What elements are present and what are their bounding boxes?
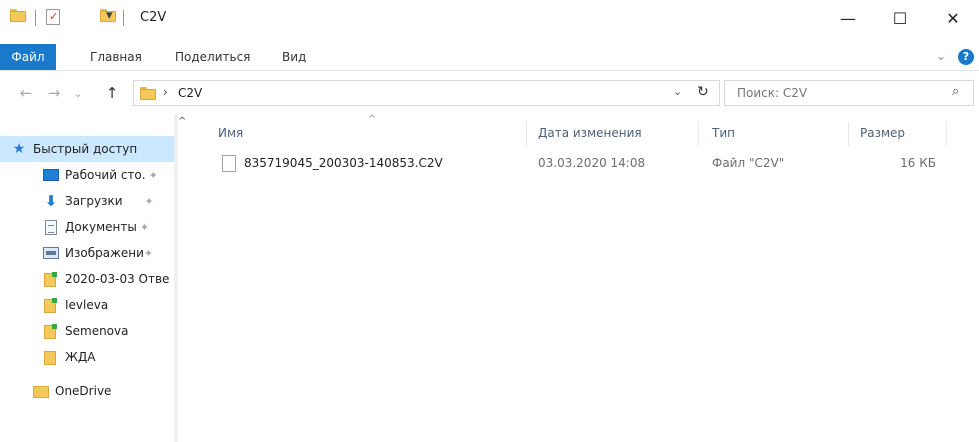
help-icon[interactable]: ?	[958, 49, 974, 65]
address-bar-row: ← → ⌄ ↑ › C2V ⌄ ↻ Поиск: C2V ⌕	[0, 77, 979, 109]
search-placeholder: Поиск: C2V	[737, 86, 808, 100]
title-separator	[123, 10, 124, 26]
qa-dropdown-icon[interactable]: ▾	[106, 8, 113, 23]
nav-item-label: OneDrive	[55, 384, 112, 398]
nav-item-folder-answers[interactable]: 2020-03-03 Отве	[0, 266, 174, 292]
forward-button[interactable]: →	[44, 82, 64, 104]
column-header-date[interactable]: Дата изменения	[538, 120, 642, 146]
qa-separator	[35, 10, 36, 26]
file-list: ^ Имя Дата изменения Тип Размер 83571904…	[186, 114, 979, 442]
navigation-pane: ★ Быстрый доступ Рабочий сто. ✦ ⬇ Загруз…	[0, 114, 178, 442]
nav-item-folder-ievleva[interactable]: Ievleva	[0, 292, 174, 318]
recent-locations-button[interactable]: ⌄	[68, 82, 88, 104]
nav-item-label: Загрузки	[65, 194, 123, 208]
folder-icon	[42, 297, 60, 313]
column-separator[interactable]	[526, 122, 527, 146]
file-size: 16 КБ	[900, 156, 936, 170]
folder-icon	[42, 349, 60, 365]
file-date: 03.03.2020 14:08	[538, 156, 646, 170]
column-separator[interactable]	[946, 122, 947, 146]
nav-item-label: Ievleva	[65, 298, 109, 312]
pictures-icon	[42, 245, 60, 261]
refresh-icon[interactable]: ↻	[697, 84, 709, 100]
up-button[interactable]: ↑	[102, 82, 122, 104]
nav-item-pictures[interactable]: Изображени ✦	[0, 240, 174, 266]
breadcrumb-separator-icon[interactable]: ›	[163, 85, 168, 99]
search-input[interactable]: Поиск: C2V ⌕	[724, 80, 974, 106]
nav-item-label: ЖДА	[65, 350, 96, 364]
column-header-name[interactable]: Имя	[218, 120, 243, 146]
search-icon[interactable]: ⌕	[952, 84, 959, 99]
nav-item-label: Изображени	[65, 246, 144, 260]
nav-scrollbar[interactable]	[174, 114, 178, 442]
file-type: Файл "C2V"	[712, 156, 785, 170]
tab-view[interactable]: Вид	[276, 44, 312, 70]
tab-file[interactable]: Файл	[0, 44, 56, 70]
nav-item-label: 2020-03-03 Отве	[65, 272, 170, 286]
folder-icon	[42, 271, 60, 287]
onedrive-folder-icon	[32, 383, 50, 399]
close-button[interactable]: ✕	[930, 0, 976, 36]
ribbon: Файл Главная Поделиться Вид ⌄ ?	[0, 44, 979, 71]
pin-icon: ✦	[139, 220, 150, 234]
maximize-button[interactable]: ☐	[877, 0, 923, 36]
star-icon: ★	[12, 141, 26, 157]
file-icon	[222, 155, 236, 172]
downloads-icon: ⬇	[44, 192, 58, 210]
nav-item-desktop[interactable]: Рабочий сто. ✦	[0, 162, 174, 188]
file-name[interactable]: 835719045_200303-140853.C2V	[244, 156, 443, 170]
nav-item-folder-zhda[interactable]: ЖДА	[0, 344, 174, 370]
properties-icon[interactable]: ✓	[46, 9, 60, 25]
minimize-button[interactable]: —	[825, 0, 871, 36]
nav-item-quick-access[interactable]: ★ Быстрый доступ	[0, 136, 174, 162]
folder-icon	[42, 323, 60, 339]
table-row[interactable]: 835719045_200303-140853.C2V 03.03.2020 1…	[218, 151, 948, 177]
address-dropdown-icon[interactable]: ⌄	[673, 85, 682, 98]
nav-item-folder-semenova[interactable]: Semenova	[0, 318, 174, 344]
pin-icon: ✦	[148, 168, 158, 182]
back-button[interactable]: ←	[16, 82, 36, 104]
folder-icon	[10, 9, 26, 22]
nav-item-downloads[interactable]: ⬇ Загрузки ✦	[0, 188, 174, 214]
nav-item-label: Документы	[65, 220, 137, 234]
address-box[interactable]: › C2V ⌄ ↻	[133, 80, 720, 106]
pin-icon: ✦	[143, 246, 154, 260]
column-separator[interactable]	[698, 122, 699, 146]
ribbon-expand-icon[interactable]: ⌄	[936, 49, 946, 63]
nav-item-label: Semenova	[65, 324, 129, 338]
window-title: C2V	[140, 10, 167, 25]
tab-share[interactable]: Поделиться	[169, 44, 256, 70]
title-bar: ✓ ▾ C2V — ☐ ✕	[0, 0, 979, 36]
tab-home[interactable]: Главная	[84, 44, 148, 70]
nav-item-onedrive[interactable]: OneDrive	[0, 378, 174, 404]
folder-icon	[140, 87, 156, 100]
nav-item-label: Рабочий сто.	[65, 168, 146, 182]
column-header-size[interactable]: Размер	[860, 120, 905, 146]
desktop-icon	[42, 167, 60, 183]
documents-icon	[42, 219, 60, 235]
nav-item-label: Быстрый доступ	[33, 142, 138, 156]
pin-icon: ✦	[144, 194, 154, 208]
breadcrumb-c2v[interactable]: C2V	[178, 86, 202, 100]
nav-item-documents[interactable]: Документы ✦	[0, 214, 174, 240]
sort-ascending-icon: ^	[368, 114, 377, 125]
column-separator[interactable]	[848, 122, 849, 146]
column-header-type[interactable]: Тип	[712, 120, 735, 146]
